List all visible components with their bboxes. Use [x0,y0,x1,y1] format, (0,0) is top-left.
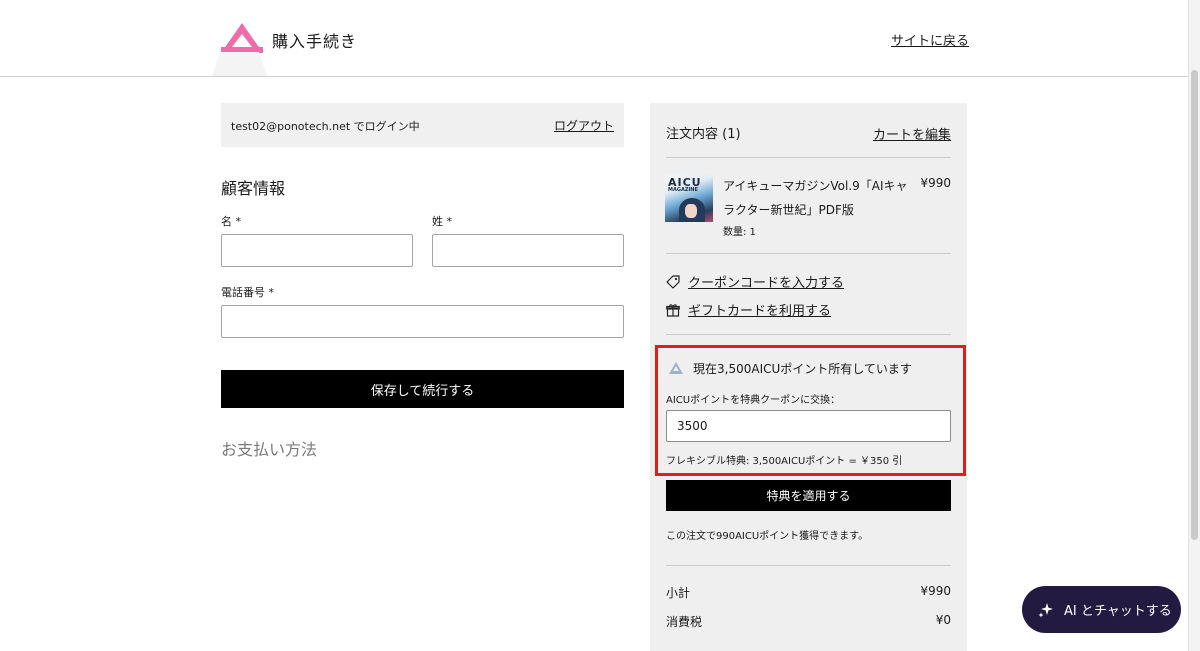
logout-link[interactable]: ログアウト [554,117,614,134]
order-summary-title: 注文内容 (1) [666,127,741,142]
back-to-site-link[interactable]: サイトに戻る [891,30,969,49]
page-title: 購入手続き [272,32,358,51]
aicu-logo-icon[interactable] [221,23,263,53]
product-price: ¥990 [920,176,951,190]
product-quantity: 数量: 1 [723,227,756,238]
flexible-reward-note: フレキシブル特典: 3,500AICUポイント = ￥350 引 [666,456,903,467]
login-status-box: test02@ponotech.net でログイン中 ログアウト [221,103,624,147]
sparkle-icon [1038,602,1053,617]
gift-card-label: ギフトカードを利用する [688,304,832,319]
gift-icon [666,303,680,317]
customer-info-heading: 顧客情報 [221,179,286,198]
subtotal-label: 小計 [666,586,691,600]
ai-chat-label: AI とチャットする [1064,604,1172,619]
divider [666,253,951,254]
first-name-label: 名 * [221,215,241,228]
divider [666,334,951,335]
last-name-field[interactable] [432,234,624,267]
site-header: 購入手続き サイトに戻る [0,0,1188,77]
ai-chat-button[interactable]: AI とチャットする [1022,586,1181,633]
payment-method-heading: お支払い方法 [221,440,318,459]
logo-reflection-icon [212,52,267,76]
page-scrollbar[interactable] [1188,0,1200,651]
scrollbar-thumb[interactable] [1191,70,1198,540]
product-name: アイキューマガジンVol.9「AIキャラクター新世紀」PDF版 [723,179,908,217]
phone-label: 電話番号 * [221,286,274,299]
divider [666,157,951,158]
first-name-field[interactable] [221,234,413,267]
divider [666,565,951,566]
points-amount-input[interactable]: 3500 [666,410,951,442]
thumbnail-subtitle: MAGAZINE [668,187,698,193]
coupon-code-label: クーポンコードを入力する [688,276,845,291]
edit-cart-link[interactable]: カートを編集 [873,124,951,143]
phone-field[interactable] [221,305,624,338]
apply-reward-button[interactable]: 特典を適用する [666,480,951,511]
points-exchange-label: AICUポイントを特典クーポンに交換： [666,395,841,406]
tag-icon [666,274,680,289]
thumbnail-character-face [685,204,697,218]
subtotal-value: ¥990 [920,584,951,598]
tax-label: 消費税 [666,615,703,629]
points-owned-text: 現在3,500AICUポイント所有しています [693,362,912,376]
coupon-code-link[interactable]: クーポンコードを入力する [666,272,844,291]
points-earn-text: この注文で990AICUポイント獲得できます。 [666,531,869,542]
last-name-label: 姓 * [432,215,452,228]
tax-value: ¥0 [935,613,951,627]
logged-in-text: test02@ponotech.net でログイン中 [231,120,420,133]
save-continue-button[interactable]: 保存して続行する [221,370,624,408]
product-thumbnail: AICU MAGAZINE [665,174,713,222]
aicu-points-icon [669,362,683,374]
gift-card-link[interactable]: ギフトカードを利用する [666,300,831,319]
